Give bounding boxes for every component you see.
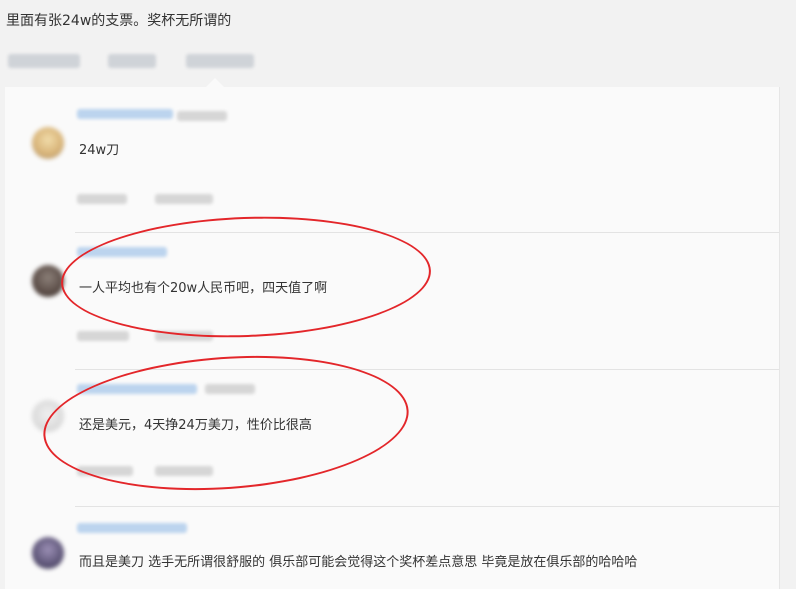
comment-meta (155, 466, 213, 476)
commenter-avatar[interactable] (32, 127, 64, 159)
comment-meta (77, 194, 127, 204)
comment-username[interactable] (77, 109, 173, 119)
post-action-bar (0, 54, 796, 74)
comment-item: 24w刀 (5, 87, 779, 233)
post-action-blurred[interactable] (8, 54, 80, 68)
commenter-avatar[interactable] (32, 265, 64, 297)
comment-panel-caret (206, 78, 224, 87)
comment-meta (77, 331, 129, 341)
commenter-avatar[interactable] (32, 537, 64, 569)
comment-item: 还是美元，4天挣24万美刀，性价比很高 (5, 370, 779, 507)
commenter-avatar[interactable] (32, 400, 64, 432)
comment-meta (155, 331, 213, 341)
comment-panel: 24w刀 一人平均也有个20w人民币吧，四天值了啊 还是美元，4天挣24万美刀，… (5, 87, 780, 589)
comment-username[interactable] (77, 247, 167, 257)
comment-username[interactable] (77, 384, 197, 394)
comment-item: 而且是美刀 选手无所谓很舒服的 俱乐部可能会觉得这个奖杯差点意思 毕竟是放在俱乐… (5, 507, 779, 589)
comment-username[interactable] (77, 523, 187, 533)
comment-meta (177, 111, 227, 121)
comment-meta (155, 194, 213, 204)
right-edge (780, 87, 796, 589)
comment-meta (77, 466, 133, 476)
comment-text: 24w刀 (79, 143, 120, 158)
comment-text: 一人平均也有个20w人民币吧，四天值了啊 (79, 281, 328, 296)
comment-item: 一人平均也有个20w人民币吧，四天值了啊 (5, 233, 779, 370)
comment-text: 还是美元，4天挣24万美刀，性价比很高 (79, 418, 312, 433)
comment-text: 而且是美刀 选手无所谓很舒服的 俱乐部可能会觉得这个奖杯差点意思 毕竟是放在俱乐… (79, 555, 638, 570)
post-text: 里面有张24w的支票。奖杯无所谓的 (6, 13, 232, 29)
post-action-blurred[interactable] (108, 54, 156, 68)
comment-meta (205, 384, 255, 394)
post-action-blurred-active[interactable] (186, 54, 254, 68)
